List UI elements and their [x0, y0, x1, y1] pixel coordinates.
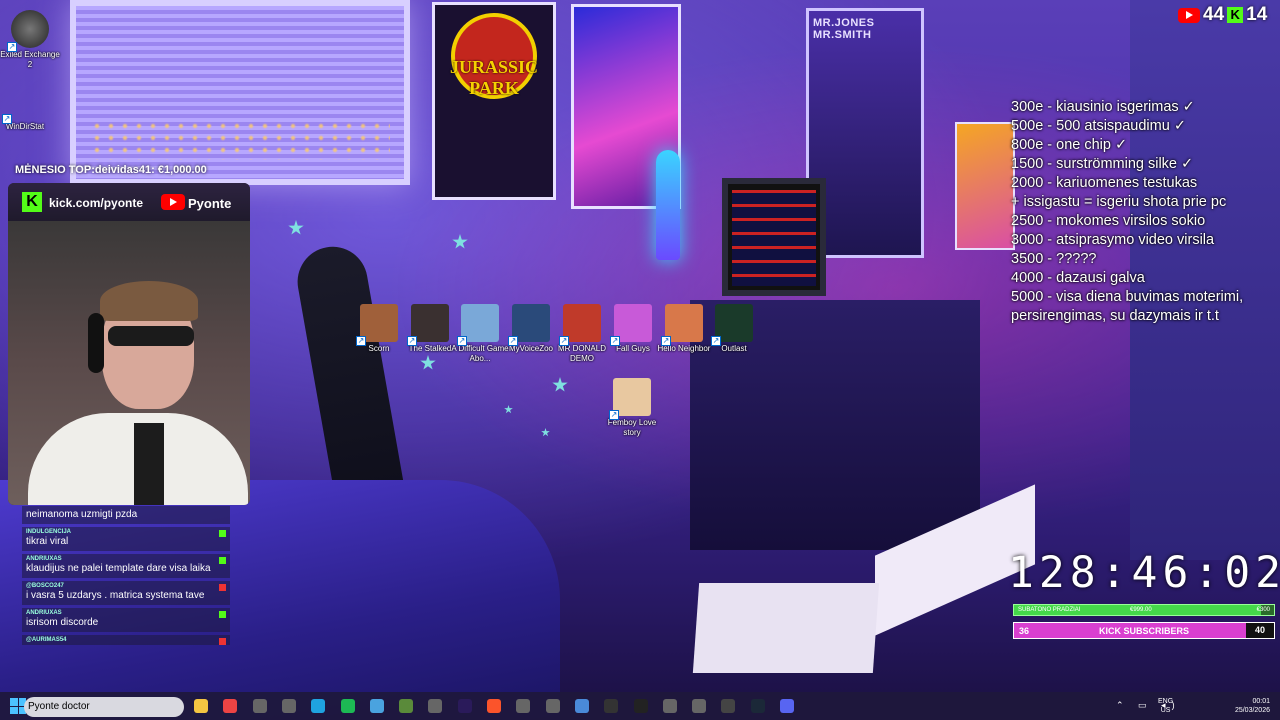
app-taskbar-icon[interactable]: [281, 699, 296, 713]
window-city-lights: [90, 120, 390, 160]
monthly-top-donor: MĖNESIO TOP:deividas41: €1,000.00: [15, 164, 207, 176]
chat-message: @BOSCO247 i vasra 5 uzdarys . matrica sy…: [22, 581, 230, 605]
subathon-timer: 128:46:02: [1008, 548, 1280, 598]
minecraft-taskbar-icon[interactable]: [399, 699, 414, 713]
goal-item: persirengimas, su dazymais ir t.t: [1011, 308, 1219, 324]
youtube-channel-name: Pyonte: [188, 196, 232, 211]
wall-star: [504, 405, 513, 414]
power-rangers-poster: [955, 122, 1015, 250]
photos-taskbar-icon[interactable]: [369, 699, 384, 713]
goal-item: 2000 - kariuomenes testukas: [1011, 175, 1198, 191]
subathon-progress-bar: SUBATONO PRADZIAI €999.00 €300: [1013, 604, 1275, 616]
chrome-taskbar-icon[interactable]: [223, 699, 238, 713]
donation-goals-list: 300e - kiausinio isgerimas ✓ 500e - 500 …: [1011, 98, 1280, 326]
poster-title: JURASSIC PARK: [449, 57, 539, 98]
mib-poster-title: MR.JONES MR.SMITH: [813, 17, 875, 41]
kick-subs-target: 40: [1246, 623, 1274, 638]
desktop-icon-femboy-love-story[interactable]: ↗ Femboy Love story: [602, 378, 662, 438]
brave-taskbar-icon[interactable]: [487, 699, 501, 713]
kick-url: kick.com/pyonte: [49, 196, 144, 210]
pizza-box: [692, 583, 880, 673]
clock[interactable]: 00:01 25/03/2026: [1222, 697, 1270, 715]
app-taskbar-icon[interactable]: [662, 699, 677, 713]
goal-item: 2500 - mokomes virsilos sokio: [1011, 213, 1206, 229]
chat-panel: neimanoma uzmigti pzda INDULGENCIJA tikr…: [22, 506, 230, 696]
terminal-taskbar-icon[interactable]: [633, 699, 648, 713]
kick-viewers: 14: [1246, 4, 1268, 25]
lava-lamp: [656, 150, 680, 260]
youtube-badge-icon: [219, 584, 226, 591]
tf-taskbar-icon[interactable]: [721, 699, 736, 713]
kick-badge-icon: [219, 557, 226, 564]
notes-taskbar-icon[interactable]: [574, 699, 589, 713]
wall-star: [420, 355, 436, 370]
subathon-label: SUBATONO PRADZIAI: [1018, 607, 1081, 613]
chat-message: ANDRIUXAS klaudijus ne palei template da…: [22, 554, 230, 578]
wall-star: [552, 377, 568, 392]
goal-item: 3500 - ?????: [1011, 251, 1097, 267]
clock-time: 00:01: [1252, 698, 1270, 705]
youtube-icon: [1178, 7, 1200, 23]
wall-star: [288, 220, 304, 235]
app-taskbar-icon[interactable]: [692, 699, 707, 713]
kick-logo-icon: K: [22, 192, 42, 212]
premiere-taskbar-icon[interactable]: [457, 699, 472, 713]
app-taskbar-icon[interactable]: [252, 699, 267, 713]
app-taskbar-icon[interactable]: [428, 699, 443, 713]
subathon-goal: €300: [1256, 607, 1270, 613]
app-taskbar-icon[interactable]: [545, 699, 560, 713]
kick-subs-progress-bar: 36 KICK SUBSCRIBERS 40: [1013, 622, 1275, 639]
goal-item: 5000 - visa diena buvimas moterimi,: [1011, 289, 1244, 305]
subathon-amount: €999.00: [1130, 607, 1152, 613]
goal-item: + issigastu = isgeriu shota prie pc: [1011, 194, 1227, 210]
goal-item: 500e - 500 atsispaudimu ✓: [1011, 118, 1186, 134]
steam-taskbar-icon[interactable]: [750, 699, 765, 713]
goal-item: 3000 - atsiprasymo video virsila: [1011, 232, 1215, 248]
app-taskbar-icon[interactable]: [516, 699, 531, 713]
kick-icon: K: [1227, 7, 1244, 23]
chat-message: @AURIMAS54: [22, 635, 230, 645]
youtube-badge-icon: [219, 638, 226, 645]
chat-message: neimanoma uzmigti pzda: [22, 506, 230, 524]
youtube-viewers: 44: [1203, 4, 1225, 25]
kick-subs-label: KICK SUBSCRIBERS: [1098, 626, 1189, 636]
taskbar-search-input[interactable]: Pyonte doctor: [24, 697, 184, 717]
goal-item: 4000 - dazausi galva: [1011, 270, 1145, 286]
chat-message: INDULGENCIJA tikrai viral: [22, 527, 230, 551]
clock-date: 25/03/2026: [1234, 707, 1270, 714]
jurassic-park-poster: JURASSIC PARK: [432, 2, 556, 200]
wall-star: [541, 428, 550, 437]
kick-badge-icon: [219, 611, 226, 618]
file-explorer-taskbar-icon[interactable]: [194, 699, 208, 713]
discord-taskbar-icon[interactable]: [780, 699, 794, 713]
edge-taskbar-icon[interactable]: [311, 699, 326, 713]
youtube-logo-icon: [161, 194, 185, 210]
goal-item: 300e - kiausinio isgerimas ✓: [1011, 99, 1195, 115]
language-indicator[interactable]: ENG US: [1158, 697, 1173, 715]
obs-taskbar-icon[interactable]: [604, 699, 619, 713]
goal-item: 800e - one chip ✓: [1011, 137, 1128, 153]
chat-message: ANDRIUXAS isrisom discorde: [22, 608, 230, 632]
desktop-icon-outlast[interactable]: ↗ Outlast: [704, 304, 764, 354]
crt-tv: [722, 178, 826, 296]
desktop-icon-exiled-exchange[interactable]: ↗ Exiled Exchange 2: [0, 10, 60, 70]
wall-star: [452, 234, 468, 249]
desktop-icon-windirstat[interactable]: ↗ WinDirStat: [0, 82, 55, 132]
webcam-overlay: K kick.com/pyonte Pyonte: [8, 183, 250, 505]
kick-badge-icon: [219, 530, 226, 537]
viewer-counter: 44 K 14: [1178, 4, 1267, 26]
goal-item: 1500 - surströmming silke ✓: [1011, 156, 1194, 172]
spotify-taskbar-icon[interactable]: [340, 699, 355, 713]
